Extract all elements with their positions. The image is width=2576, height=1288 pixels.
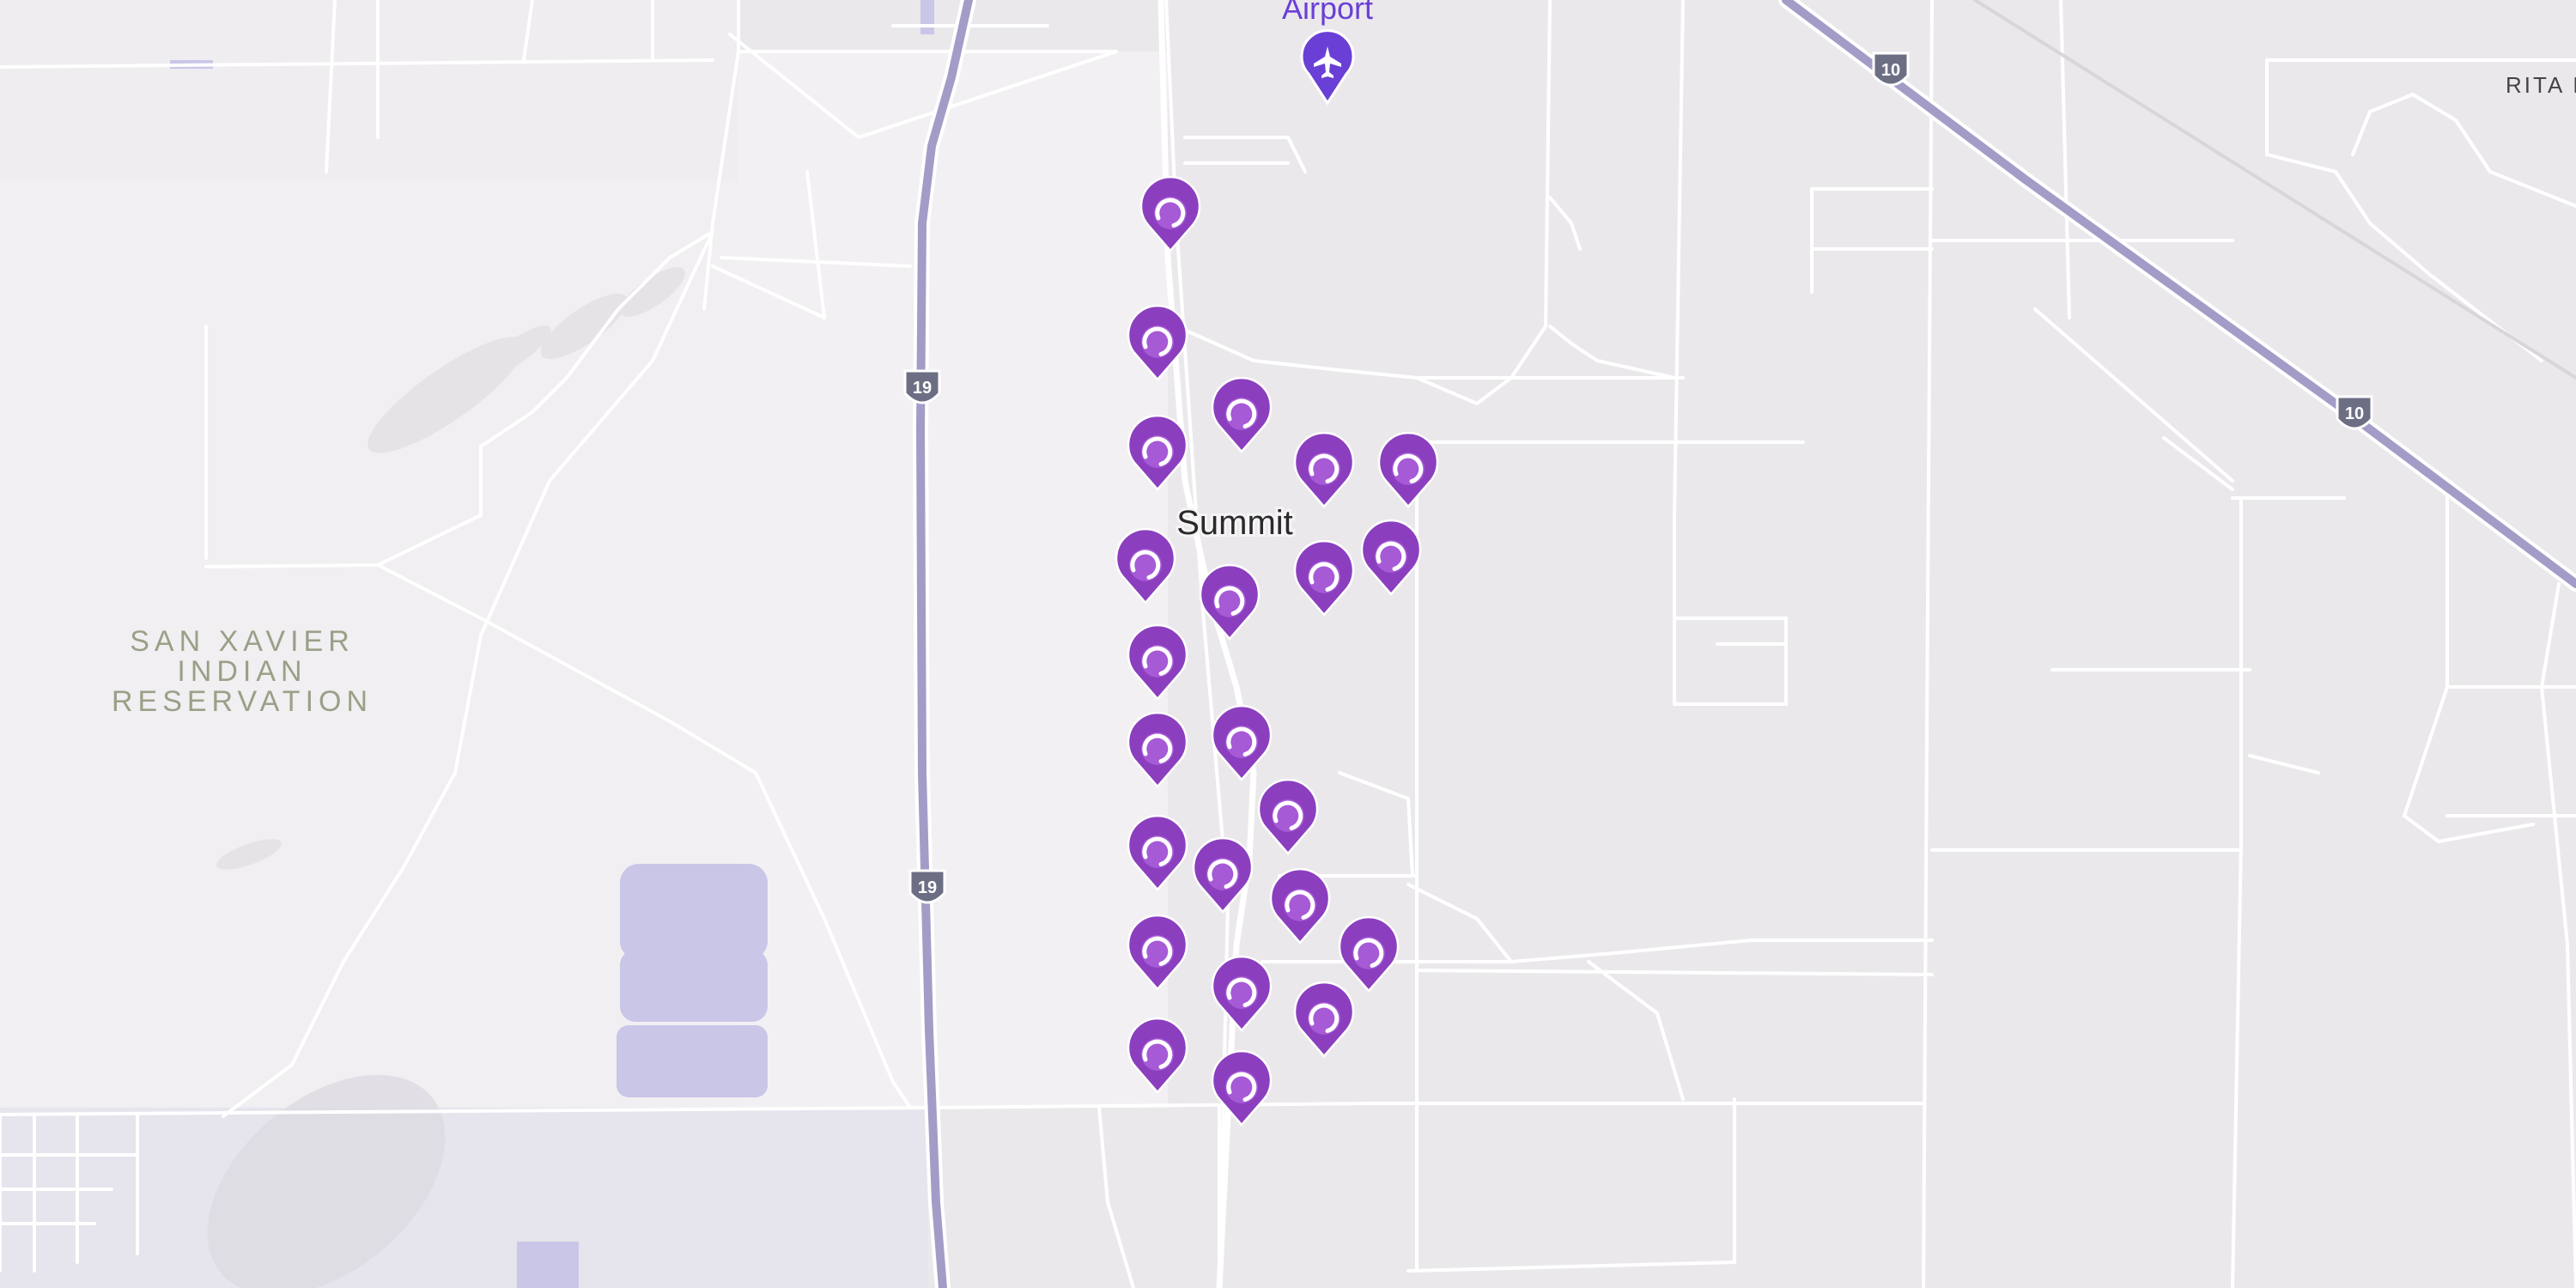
highway-shield-i10-north: 10 [1872,52,1910,87]
svg-text:19: 19 [918,878,937,897]
road-label-rita: RITA I [2506,72,2576,98]
reservation-label-line-3: RESERVATION [112,685,373,718]
svg-text:10: 10 [2345,404,2364,423]
svg-text:19: 19 [913,379,932,398]
svg-text:10: 10 [1881,61,1900,80]
reservation-label-line-2: INDIAN [177,655,307,688]
highway-shield-i10-east: 10 [2336,395,2373,430]
highway-shield-i19-south: 19 [908,869,946,904]
highway-shield-i19-north: 19 [903,369,941,404]
airport-label: Airport [1282,0,1373,26]
place-label-summit: Summit [1176,504,1293,542]
map-canvas[interactable]: SAN XAVIER INDIAN RESERVATION RITA I 19 … [0,0,2576,1288]
reservation-label-line-1: SAN XAVIER [130,625,355,658]
